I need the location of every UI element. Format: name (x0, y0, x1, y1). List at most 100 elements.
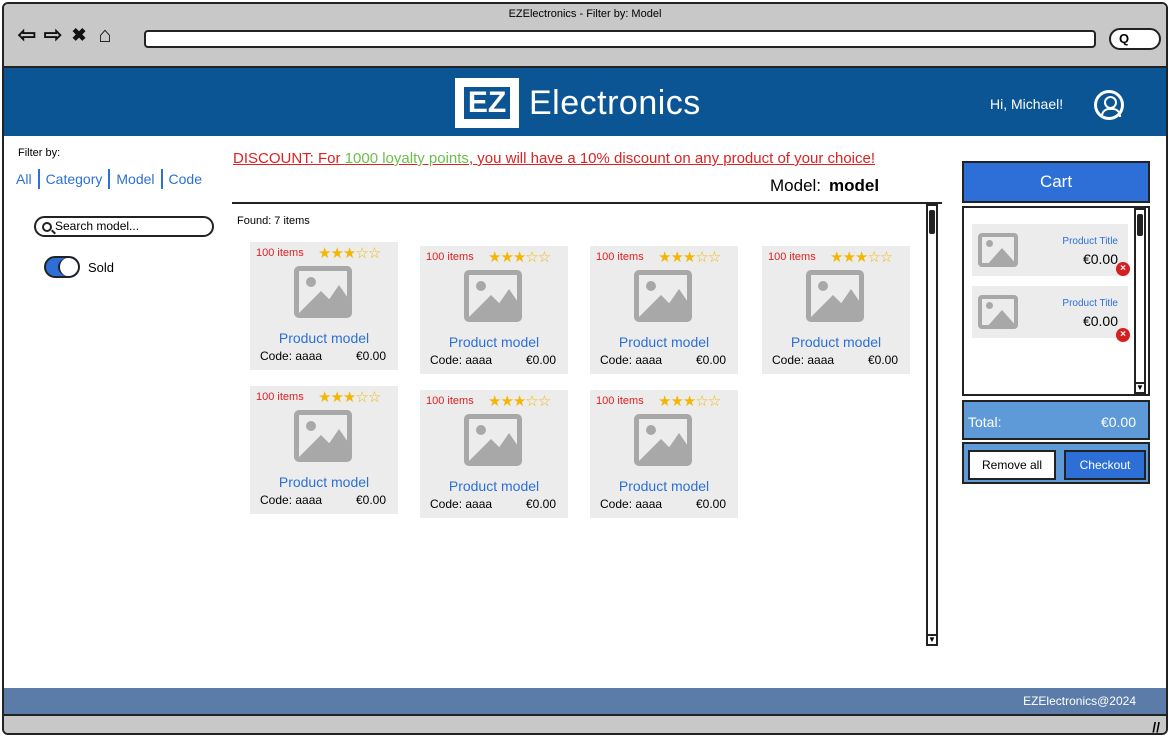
product-price: €0.00 (695, 497, 726, 511)
cart-title: Cart (962, 161, 1150, 203)
product-code: Code: aaaa (260, 349, 323, 363)
cart-total-value: €0.00 (1100, 414, 1136, 430)
product-price: €0.00 (355, 493, 386, 507)
product-code: Code: aaaa (430, 497, 493, 511)
filter-option-all[interactable]: All (16, 171, 32, 187)
product-card[interactable]: 100 items ★★★☆☆ Product model Code: aaaa €0.… (420, 246, 568, 374)
product-title[interactable]: Product model (762, 334, 910, 350)
discount-prefix: DISCOUNT: For (233, 150, 345, 167)
product-title[interactable]: Product model (420, 334, 568, 350)
product-card[interactable]: 100 items ★★★☆☆ Product model Code: aaaa €0.… (590, 246, 738, 374)
status-bar: // (4, 714, 1166, 733)
footer-text: EZElectronics@2024 (1023, 694, 1136, 708)
address-bar[interactable] (144, 30, 1096, 48)
product-code: Code: aaaa (772, 353, 835, 367)
remove-item-icon[interactable]: × (1116, 262, 1130, 276)
stop-icon[interactable]: ✖ (66, 22, 92, 48)
filter-option-model[interactable]: Model (116, 171, 154, 187)
scroll-down-arrow-icon[interactable]: ▼ (1136, 382, 1144, 392)
sold-toggle-label: Sold (88, 260, 115, 275)
results-heading-value: model (829, 176, 880, 195)
rating-stars-icon: ★★★☆☆ (658, 249, 721, 266)
cart-item[interactable]: Product Title €0.00 (972, 224, 1128, 276)
results-scrollbar[interactable]: ▼ (926, 204, 938, 646)
results-heading: Model: model (770, 176, 879, 196)
results-count: Found: 7 items (237, 215, 310, 227)
product-card[interactable]: 100 items ★★★☆☆ Product model Code: aaaa €0.… (762, 246, 910, 374)
product-image-icon (978, 295, 1018, 329)
site-header: EZ Electronics Hi, Michael! (4, 68, 1166, 136)
remove-item-icon[interactable]: × (1116, 328, 1130, 342)
product-card[interactable]: 100 items ★★★☆☆ Product model Code: aaaa €0.… (420, 390, 568, 518)
site-logo[interactable]: EZ Electronics (455, 78, 701, 128)
search-placeholder: Search model... (55, 219, 140, 233)
filter-separator (108, 169, 111, 189)
checkout-button[interactable]: Checkout (1064, 450, 1146, 480)
product-code: Code: aaaa (430, 353, 493, 367)
cart-scrollbar[interactable]: ▼ (1134, 208, 1146, 394)
product-title[interactable]: Product model (420, 478, 568, 494)
product-price: €0.00 (695, 353, 726, 367)
product-image-icon (294, 410, 352, 462)
product-image-icon (294, 266, 352, 318)
url-search-button[interactable]: Q (1109, 28, 1161, 50)
rating-stars-icon: ★★★☆☆ (318, 389, 381, 406)
browser-window: EZElectronics - Filter by: Model ⇦ ⇨ ✖ ⌂… (2, 2, 1168, 735)
product-image-icon (634, 270, 692, 322)
home-icon[interactable]: ⌂ (92, 22, 118, 48)
cart-item-price: €0.00 (1082, 251, 1118, 267)
product-price: €0.00 (355, 349, 386, 363)
scroll-down-arrow-icon[interactable]: ▼ (928, 634, 936, 644)
filter-title: Filter by: (18, 147, 61, 159)
product-image-icon (806, 270, 864, 322)
window-title: EZElectronics - Filter by: Model (508, 8, 662, 20)
remove-all-button[interactable]: Remove all (968, 450, 1056, 480)
cart-item-price: €0.00 (1082, 313, 1118, 329)
product-title[interactable]: Product model (590, 334, 738, 350)
product-quantity: 100 items (426, 251, 474, 263)
results-heading-label: Model: (770, 176, 822, 195)
product-image-icon (464, 270, 522, 322)
search-icon (42, 221, 52, 232)
product-code: Code: aaaa (600, 497, 663, 511)
divider (232, 202, 942, 204)
cart-item-title: Product Title (1062, 298, 1118, 309)
sold-toggle[interactable] (44, 256, 80, 278)
filter-option-category[interactable]: Category (46, 171, 103, 187)
rating-stars-icon: ★★★☆☆ (488, 393, 551, 410)
product-quantity: 100 items (256, 391, 304, 403)
resize-grip-icon[interactable]: // (1152, 719, 1160, 733)
filter-separator (160, 169, 163, 189)
back-arrow-icon[interactable]: ⇦ (14, 22, 40, 48)
discount-suffix: , you will have a 10% discount on any pr… (468, 150, 876, 167)
logo-text: Electronics (529, 83, 701, 122)
filter-option-code[interactable]: Code (169, 171, 202, 187)
user-account-icon[interactable] (1094, 90, 1124, 120)
product-card[interactable]: 100 items ★★★☆☆ Product model Code: aaaa €0.… (250, 386, 398, 514)
forward-arrow-icon[interactable]: ⇨ (40, 22, 66, 48)
user-greeting: Hi, Michael! (990, 96, 1064, 112)
product-quantity: 100 items (256, 247, 304, 259)
filter-separator (37, 169, 40, 189)
discount-banner: DISCOUNT: For 1000 loyalty points, you w… (233, 150, 875, 167)
cart-actions: Remove all Checkout (962, 442, 1150, 484)
product-image-icon (464, 414, 522, 466)
cart-total-label: Total: (968, 414, 1002, 430)
product-card[interactable]: 100 items ★★★☆☆ Product model Code: aaaa €0.… (250, 242, 398, 370)
product-title[interactable]: Product model (250, 474, 398, 490)
cart-list: Product Title €0.00 × Product Title €0.0… (962, 206, 1150, 396)
product-quantity: 100 items (596, 395, 644, 407)
search-icon: Q (1119, 31, 1130, 46)
cart-item[interactable]: Product Title €0.00 (972, 286, 1128, 338)
product-price: €0.00 (525, 497, 556, 511)
scrollbar-thumb[interactable] (1137, 214, 1143, 236)
search-input[interactable]: Search model... (34, 216, 214, 237)
scrollbar-thumb[interactable] (929, 210, 935, 234)
product-title[interactable]: Product model (250, 330, 398, 346)
site-footer: EZElectronics@2024 (4, 688, 1166, 714)
product-title[interactable]: Product model (590, 478, 738, 494)
cart-total: Total: €0.00 (962, 400, 1150, 440)
product-card[interactable]: 100 items ★★★☆☆ Product model Code: aaaa €0.… (590, 390, 738, 518)
product-price: €0.00 (525, 353, 556, 367)
product-quantity: 100 items (768, 251, 816, 263)
